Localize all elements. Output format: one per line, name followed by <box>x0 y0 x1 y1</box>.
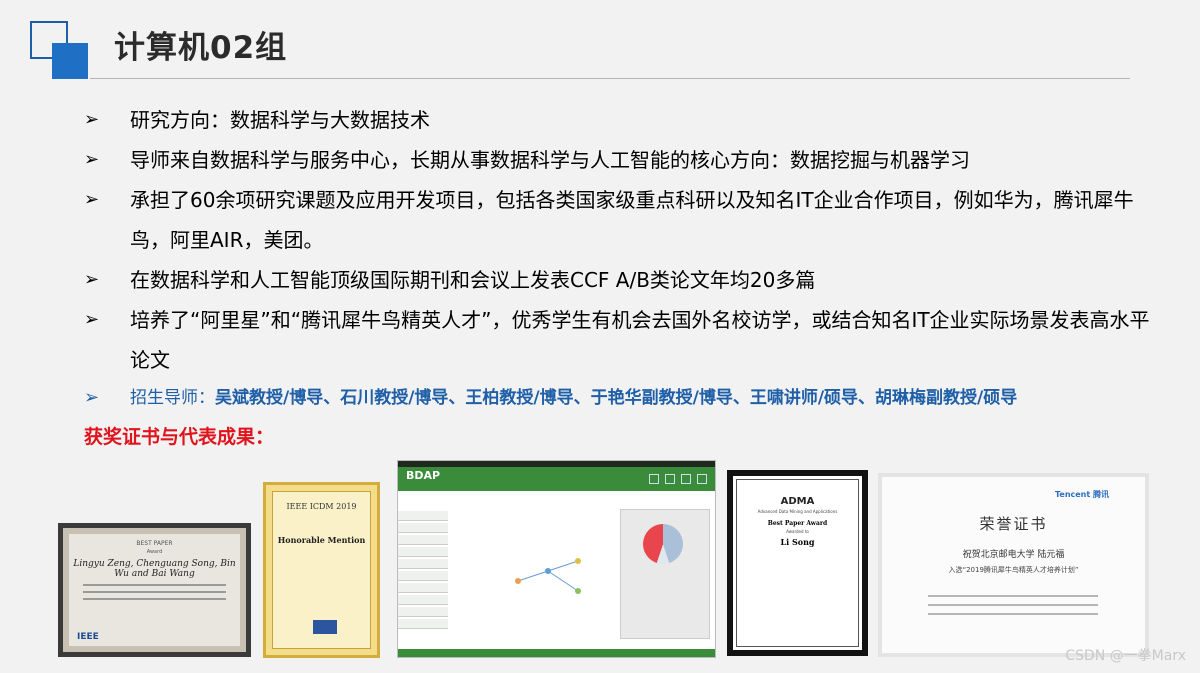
cert1-text-lines <box>69 584 240 600</box>
title-divider <box>90 78 1130 79</box>
arrow-icon: ➢ <box>84 269 100 290</box>
adma-logo: ADMA <box>780 496 815 507</box>
ieee-logo: IEEE <box>77 632 99 642</box>
cert1-authors: Lingyu Zeng, Chenguang Song, Bin Wu and … <box>73 559 236 579</box>
cert1-sub: Award <box>146 549 163 555</box>
cert2-title: IEEE ICDM 2019 <box>286 502 357 511</box>
bullet-text: 在数据科学和人工智能顶级国际期刊和会议上发表CCF A/B类论文年均20多篇 <box>130 268 816 292</box>
cert5-line1: 祝贺北京邮电大学 陆元福 <box>962 550 1065 560</box>
cert5-text-lines <box>928 595 1098 622</box>
arrow-icon: ➢ <box>84 149 100 170</box>
bullet-text: 培养了“阿里星”和“腾讯犀牛鸟精英人才”，优秀学生有机会去国外名校访学，或结合知… <box>130 308 1150 372</box>
adma-certificate-image: ADMA Advanced Data Mining and Applicatio… <box>727 470 868 656</box>
bullet-item: ➢ 承担了60余项研究课题及应用开发项目，包括各类国家级重点科研以及知名IT企业… <box>84 180 1154 260</box>
csdn-watermark: CSDN @一拳Marx <box>1065 648 1186 664</box>
bullet-text: 承担了60余项研究课题及应用开发项目，包括各类国家级重点科研以及知名IT企业合作… <box>130 188 1134 252</box>
advisors-item: ➢ 招生导师：吴斌教授/博导、石川教授/博导、王柏教授/博导、于艳华副教授/博导… <box>84 380 1154 416</box>
pie-chart <box>643 524 683 564</box>
icdm-certificate-image: IEEE ICDM 2019 Honorable Mention <box>263 482 380 658</box>
bullet-item: ➢ 研究方向：数据科学与大数据技术 <box>84 100 1154 140</box>
page-title: 计算机02组 <box>114 30 288 66</box>
tencent-certificate-image: Tencent 腾讯 荣誉证书 祝贺北京邮电大学 陆元福 入选“2019腾讯犀牛… <box>878 473 1149 657</box>
cert1-title: BEST PAPER <box>136 540 173 547</box>
bullet-item: ➢ 培养了“阿里星”和“腾讯犀牛鸟精英人才”，优秀学生有机会去国外名校访学，或结… <box>84 300 1154 380</box>
bullet-text: 导师来自数据科学与服务中心，长期从事数据科学与人工智能的核心方向：数据挖掘与机器… <box>130 148 970 172</box>
cert5-line2: 入选“2019腾讯犀牛鸟精英人才培养计划” <box>948 566 1079 574</box>
bdap-sidebar <box>398 511 448 651</box>
arrow-icon: ➢ <box>84 189 100 210</box>
bullet-item: ➢ 在数据科学和人工智能顶级国际期刊和会议上发表CCF A/B类论文年均20多篇 <box>84 260 1154 300</box>
title-bar: 计算机02组 <box>0 0 1200 80</box>
cert4-name: Li Song <box>780 537 815 547</box>
bdap-chart-panel <box>620 509 710 639</box>
cert4-award: Best Paper Award <box>767 520 828 527</box>
best-paper-certificate-image: BEST PAPER Award Lingyu Zeng, Chenguang … <box>58 523 251 657</box>
cert5-title: 荣誉证书 <box>979 515 1048 533</box>
bdap-platform-screenshot: BDAP <box>397 460 716 658</box>
title-decoration-fill <box>52 43 88 79</box>
advisors-names: 吴斌教授/博导、石川教授/博导、王柏教授/博导、于艳华副教授/博导、王啸讲师/硕… <box>215 388 1018 408</box>
bullet-text: 研究方向：数据科学与大数据技术 <box>130 108 430 132</box>
arrow-icon: ➢ <box>84 387 100 408</box>
bdap-topbar: BDAP <box>398 461 715 491</box>
bullet-list: ➢ 研究方向：数据科学与大数据技术 ➢ 导师来自数据科学与服务中心，长期从事数据… <box>84 100 1154 416</box>
cert4-awarded: Awarded to <box>786 529 809 534</box>
bullet-item: ➢ 导师来自数据科学与服务中心，长期从事数据科学与人工智能的核心方向：数据挖掘与… <box>84 140 1154 180</box>
cert2-award: Honorable Mention <box>277 535 366 545</box>
workflow-graph <box>515 558 581 594</box>
icdm-logo <box>313 620 337 634</box>
arrow-icon: ➢ <box>84 109 100 130</box>
awards-heading: 获奖证书与代表成果： <box>84 426 275 448</box>
advisors-text: 招生导师：吴斌教授/博导、石川教授/博导、王柏教授/博导、于艳华副教授/博导、王… <box>130 380 1154 416</box>
bdap-logo: BDAP <box>406 469 441 482</box>
advisors-label: 招生导师： <box>130 388 215 408</box>
arrow-icon: ➢ <box>84 309 100 330</box>
tencent-logo: Tencent 腾讯 <box>1055 490 1109 499</box>
